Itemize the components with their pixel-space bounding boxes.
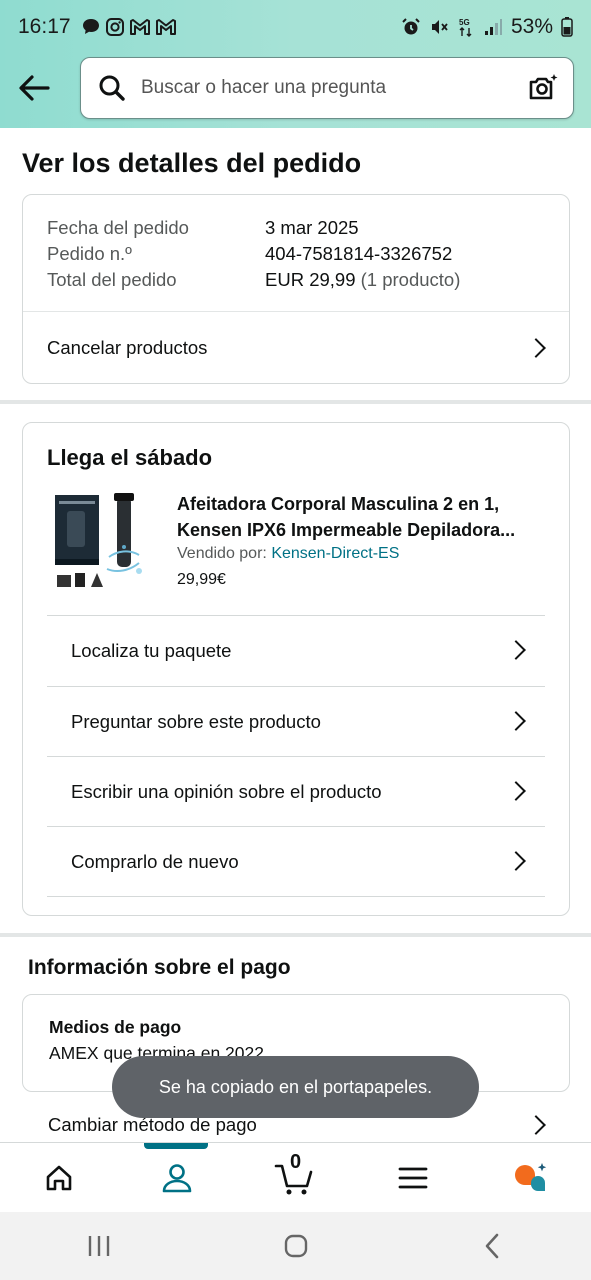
- recent-apps-icon[interactable]: [84, 1232, 114, 1260]
- payment-methods-label: Medios de pago: [49, 1017, 182, 1037]
- nav-cart[interactable]: 0: [236, 1143, 354, 1213]
- write-review-row[interactable]: Escribir una opinión sobre el producto: [71, 757, 545, 827]
- ask-product-question-row[interactable]: Preguntar sobre este producto: [71, 687, 545, 757]
- message-icon: [82, 19, 99, 34]
- toast-notification: Se ha copiado en el portapapeles.: [112, 1056, 479, 1118]
- divider: [47, 896, 545, 897]
- mute-icon: [431, 20, 448, 34]
- nav-rufus-assistant[interactable]: [472, 1143, 590, 1213]
- person-icon: [162, 1164, 192, 1193]
- status-right: 5G 53%: [401, 15, 573, 39]
- section-separator: [0, 933, 591, 937]
- status-bar: 16:17 5G 53%: [0, 0, 591, 54]
- order-number-value: 404-7581814-3326752: [265, 243, 453, 264]
- cancel-products-label: Cancelar productos: [47, 337, 208, 358]
- battery-percent: 53%: [510, 15, 553, 38]
- order-total-label: Total del pedido: [47, 269, 177, 290]
- chevron-right-icon: [526, 338, 546, 358]
- app-header: Buscar o hacer una pregunta: [0, 54, 591, 128]
- buy-again-label: Comprarlo de nuevo: [71, 851, 239, 872]
- ask-question-label: Preguntar sobre este producto: [71, 711, 321, 732]
- chevron-right-icon: [506, 711, 526, 731]
- svg-text:5G: 5G: [459, 18, 470, 27]
- network-5g-icon: 5G: [459, 18, 472, 37]
- system-navigation-bar: [0, 1212, 591, 1280]
- gmail-icon: [129, 19, 150, 35]
- alarm-icon: [402, 18, 420, 35]
- order-total-count: (1 producto): [360, 269, 461, 290]
- delivery-heading: Llega el sábado: [47, 445, 213, 470]
- page-title: Ver los detalles del pedido: [22, 148, 362, 178]
- signal-icon: [484, 19, 502, 35]
- battery-icon: [561, 17, 573, 37]
- bottom-navigation: 0: [0, 1142, 591, 1212]
- back-arrow-icon[interactable]: [14, 68, 54, 108]
- chevron-right-icon: [506, 640, 526, 660]
- payment-heading: Información sobre el pago: [28, 956, 291, 979]
- product-seller: Vendido por: Kensen-Direct-ES: [177, 545, 399, 563]
- cancel-products-row[interactable]: Cancelar productos: [23, 312, 569, 384]
- search-bar[interactable]: Buscar o hacer una pregunta: [80, 57, 574, 119]
- status-time: 16:17: [18, 15, 71, 38]
- chevron-right-icon: [506, 851, 526, 871]
- nav-account[interactable]: [118, 1143, 236, 1213]
- order-summary-card: Fecha del pedido 3 mar 2025 Pedido n.º 4…: [22, 194, 570, 384]
- track-package-row[interactable]: Localiza tu paquete: [71, 616, 545, 686]
- camera-icon[interactable]: [527, 72, 559, 104]
- cart-count-badge: 0: [290, 1151, 302, 1173]
- home-icon: [46, 1165, 72, 1191]
- nav-menu[interactable]: [354, 1143, 472, 1213]
- home-button-icon[interactable]: [282, 1232, 310, 1260]
- search-icon: [99, 75, 125, 101]
- chevron-right-icon: [526, 1115, 546, 1135]
- back-button-icon[interactable]: [479, 1232, 507, 1260]
- top-bar: 16:17 5G 53% Buscar o hacer una pregunta: [0, 0, 591, 128]
- order-number-label: Pedido n.º: [47, 243, 132, 264]
- delivery-card: Llega el sábado Afeitadora Corporal Masc…: [22, 422, 570, 916]
- menu-icon: [398, 1167, 428, 1189]
- seller-label: Vendido por:: [177, 545, 267, 562]
- buy-again-row[interactable]: Comprarlo de nuevo: [71, 827, 545, 897]
- nav-home[interactable]: [0, 1143, 118, 1213]
- rufus-assistant-icon: [515, 1163, 547, 1191]
- order-date-label: Fecha del pedido: [47, 217, 189, 238]
- product-price: 29,99€: [177, 571, 226, 588]
- search-input[interactable]: Buscar o hacer una pregunta: [141, 77, 386, 99]
- track-package-label: Localiza tu paquete: [71, 640, 232, 661]
- order-details-content: Ver los detalles del pedido Fecha del pe…: [0, 128, 591, 1142]
- section-separator: [0, 400, 591, 404]
- order-total-amount: EUR 29,99: [265, 269, 356, 290]
- order-total-value: EUR 29,99 (1 producto): [265, 269, 460, 291]
- write-review-label: Escribir una opinión sobre el producto: [71, 781, 382, 802]
- product-image[interactable]: [47, 487, 159, 599]
- product-title[interactable]: Afeitadora Corporal Masculina 2 en 1, Ke…: [177, 491, 557, 543]
- notification-icons: [81, 17, 177, 37]
- seller-link[interactable]: Kensen-Direct-ES: [271, 545, 399, 562]
- chevron-right-icon: [506, 781, 526, 801]
- gmail-icon: [155, 19, 176, 35]
- instagram-icon: [105, 18, 124, 36]
- order-date-value: 3 mar 2025: [265, 217, 359, 238]
